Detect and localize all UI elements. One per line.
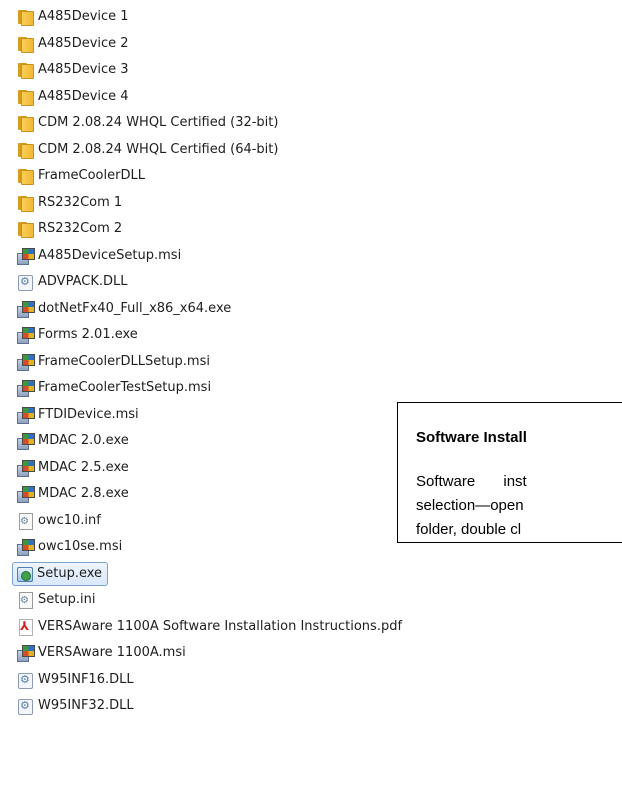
file-item[interactable]: ADVPACK.DLL bbox=[16, 270, 127, 294]
callout-line-3: folder, double cl bbox=[416, 521, 522, 538]
file-name: A485Device 1 bbox=[38, 9, 129, 24]
callout-title: Software Install bbox=[416, 429, 527, 446]
file-item[interactable]: MDAC 2.0.exe bbox=[16, 429, 129, 453]
file-name: dotNetFx40_Full_x86_x64.exe bbox=[38, 300, 232, 316]
file-item[interactable]: A485Device 2 bbox=[16, 32, 129, 56]
file-item[interactable]: A485Device 4 bbox=[16, 85, 129, 109]
installer-icon bbox=[16, 459, 35, 477]
folder-icon bbox=[16, 88, 34, 106]
file-item[interactable]: MDAC 2.8.exe bbox=[16, 482, 129, 506]
file-name: A485Device 3 bbox=[38, 62, 129, 77]
file-name: VERSAware 1100A.msi bbox=[38, 645, 186, 660]
file-item[interactable]: RS232Com 2 bbox=[16, 217, 122, 241]
file-name: FrameCoolerDLL bbox=[38, 168, 145, 183]
callout-line-2: selection—open bbox=[416, 497, 524, 514]
installer-icon bbox=[16, 538, 35, 556]
file-name: Forms 2.01.exe bbox=[38, 327, 138, 342]
dll-icon bbox=[16, 671, 34, 689]
instruction-callout: Software Install Software inst selection… bbox=[397, 402, 622, 543]
folder-icon bbox=[16, 194, 34, 212]
file-item[interactable]: W95INF32.DLL bbox=[16, 694, 134, 718]
file-item[interactable]: W95INF16.DLL bbox=[16, 668, 134, 692]
pdf-icon bbox=[16, 618, 34, 636]
file-item[interactable]: FrameCoolerDLL bbox=[16, 164, 145, 188]
file-name: FrameCoolerTestSetup.msi bbox=[38, 380, 212, 395]
file-item[interactable]: FrameCoolerDLLSetup.msi bbox=[16, 350, 210, 374]
file-name: CDM 2.08.24 WHQL Certified (64-bit) bbox=[38, 141, 279, 157]
folder-icon bbox=[16, 141, 34, 159]
file-name: VERSAware 1100A Software Installation In… bbox=[38, 618, 403, 634]
file-name: A485Device 4 bbox=[38, 88, 129, 104]
file-name: RS232Com 2 bbox=[38, 221, 123, 236]
file-name: A485DeviceSetup.msi bbox=[38, 247, 182, 263]
callout-line-1: Software inst bbox=[416, 473, 527, 490]
file-name: W95INF16.DLL bbox=[38, 671, 134, 687]
installer-icon bbox=[16, 247, 35, 265]
file-item[interactable]: CDM 2.08.24 WHQL Certified (64-bit) bbox=[16, 138, 278, 162]
installer-icon bbox=[16, 300, 35, 318]
file-name: MDAC 2.0.exe bbox=[38, 433, 129, 448]
file-name: CDM 2.08.24 WHQL Certified (32-bit) bbox=[38, 115, 279, 130]
file-item[interactable]: VERSAware 1100A.msi bbox=[16, 641, 186, 665]
file-item[interactable]: A485Device 3 bbox=[16, 58, 129, 82]
installer-icon bbox=[16, 644, 35, 662]
file-name: RS232Com 1 bbox=[38, 194, 123, 210]
file-name: ADVPACK.DLL bbox=[38, 274, 128, 289]
folder-icon bbox=[16, 8, 34, 26]
installer-icon bbox=[16, 353, 35, 371]
file-item[interactable]: FrameCoolerTestSetup.msi bbox=[16, 376, 211, 400]
installer-icon bbox=[16, 432, 35, 450]
folder-icon bbox=[16, 114, 34, 132]
file-item[interactable]: owc10.inf bbox=[16, 509, 101, 533]
file-name: FTDIDevice.msi bbox=[38, 406, 139, 422]
file-name: Setup.ini bbox=[38, 592, 96, 607]
file-item[interactable]: Setup.ini bbox=[16, 588, 95, 612]
file-item[interactable]: VERSAware 1100A Software Installation In… bbox=[16, 615, 402, 639]
installer-icon bbox=[16, 406, 35, 424]
config-icon bbox=[16, 591, 34, 609]
installer-icon bbox=[16, 485, 35, 503]
file-name: MDAC 2.5.exe bbox=[38, 459, 129, 475]
folder-icon bbox=[16, 61, 34, 79]
file-item[interactable]: Setup.exe bbox=[12, 561, 109, 586]
file-item[interactable]: MDAC 2.5.exe bbox=[16, 456, 129, 480]
file-name: MDAC 2.8.exe bbox=[38, 486, 129, 501]
file-name: A485Device 2 bbox=[38, 35, 129, 51]
file-item[interactable]: FTDIDevice.msi bbox=[16, 403, 139, 427]
installer-icon bbox=[16, 379, 35, 397]
file-item[interactable]: A485DeviceSetup.msi bbox=[16, 244, 181, 268]
dll-icon bbox=[16, 697, 34, 715]
file-name: Setup.exe bbox=[37, 565, 103, 581]
file-item[interactable]: A485Device 1 bbox=[16, 5, 129, 29]
file-item[interactable]: Forms 2.01.exe bbox=[16, 323, 138, 347]
installer-icon bbox=[16, 326, 35, 344]
config-icon bbox=[16, 512, 34, 530]
folder-icon bbox=[16, 220, 34, 238]
file-item[interactable]: dotNetFx40_Full_x86_x64.exe bbox=[16, 297, 231, 321]
folder-icon bbox=[16, 167, 34, 185]
file-name: FrameCoolerDLLSetup.msi bbox=[38, 353, 210, 369]
file-name: owc10se.msi bbox=[38, 539, 123, 554]
file-item[interactable]: owc10se.msi bbox=[16, 535, 122, 559]
file-item[interactable]: RS232Com 1 bbox=[16, 191, 122, 215]
file-item[interactable]: CDM 2.08.24 WHQL Certified (32-bit) bbox=[16, 111, 278, 135]
file-name: W95INF32.DLL bbox=[38, 698, 134, 713]
dll-icon bbox=[16, 273, 34, 291]
folder-icon bbox=[16, 35, 34, 53]
file-name: owc10.inf bbox=[38, 512, 101, 528]
setup-icon bbox=[15, 565, 33, 583]
